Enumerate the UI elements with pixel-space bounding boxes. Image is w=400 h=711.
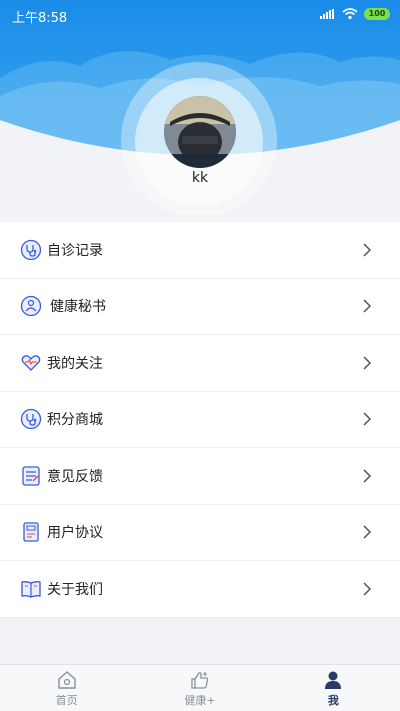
avatar[interactable] <box>164 96 236 168</box>
username: kk <box>191 170 209 186</box>
menu-item-my-follows[interactable]: 我的关注 <box>0 335 400 392</box>
points-mall-icon <box>20 409 42 430</box>
avatar-image <box>164 96 236 168</box>
tab-label: 我 <box>327 694 339 707</box>
menu-item-health-secretary[interactable]: 健康秘书 <box>0 279 400 335</box>
agreement-icon <box>23 522 39 542</box>
signal-icon <box>320 9 334 19</box>
feedback-icon <box>22 466 40 486</box>
thumbs-up-icon <box>191 672 209 689</box>
tab-health-plus[interactable]: 健康+ <box>133 665 266 711</box>
battery-icon: 100 <box>364 8 390 20</box>
wifi-icon <box>342 8 358 20</box>
book-icon <box>21 580 41 598</box>
profile-header: 上午8:58 100 kk <box>0 0 400 215</box>
menu-item-feedback[interactable]: 意见反馈 <box>0 448 400 505</box>
menu-item-self-diagnosis[interactable]: 自诊记录 <box>0 222 400 279</box>
chevron-right-icon <box>363 243 372 257</box>
menu-item-points-mall[interactable]: 积分商城 <box>0 392 400 448</box>
chevron-right-icon <box>363 356 372 370</box>
chevron-right-icon <box>363 582 372 596</box>
health-secretary-icon <box>20 296 42 317</box>
status-time: 上午8:58 <box>12 11 68 26</box>
chevron-right-icon <box>363 412 372 426</box>
chevron-right-icon <box>363 525 372 539</box>
bottom-tab-bar: 首页 健康+ 我 <box>0 664 400 711</box>
person-icon <box>325 671 342 689</box>
chevron-right-icon <box>363 299 372 313</box>
home-icon <box>57 671 76 689</box>
tab-me[interactable]: 我 <box>267 665 400 711</box>
menu-item-label: 意见反馈 <box>47 468 103 485</box>
menu-item-user-agreement[interactable]: 用户协议 <box>0 505 400 561</box>
heart-watch-icon <box>21 354 41 371</box>
tab-home[interactable]: 首页 <box>0 665 133 711</box>
menu-item-about-us[interactable]: 关于我们 <box>0 561 400 618</box>
menu-item-label: 用户协议 <box>47 525 103 542</box>
tab-label: 健康+ <box>184 694 216 707</box>
menu-list: 自诊记录 健康秘书 我的关注 积分商城 意见反馈 用户协议 关于我们 <box>0 222 400 618</box>
menu-item-label: 我的关注 <box>47 355 103 372</box>
menu-item-label: 健康秘书 <box>50 299 106 316</box>
stethoscope-icon <box>20 239 42 260</box>
menu-item-label: 关于我们 <box>47 581 103 598</box>
tab-label: 首页 <box>55 694 78 707</box>
menu-item-label: 自诊记录 <box>47 242 103 259</box>
status-bar: 上午8:58 100 <box>0 0 400 30</box>
chevron-right-icon <box>363 469 372 483</box>
menu-item-label: 积分商城 <box>47 412 103 429</box>
